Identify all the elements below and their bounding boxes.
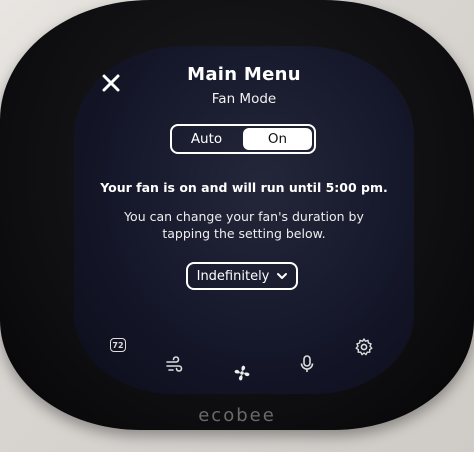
settings-gear-icon	[355, 338, 373, 356]
thermostat-screen: Main Menu Fan Mode Auto On Your fan is o…	[74, 46, 414, 394]
chevron-down-icon	[277, 273, 288, 279]
fan-mode-auto-option[interactable]: Auto	[172, 126, 241, 152]
fan-duration-hint: You can change your fan's duration by ta…	[124, 209, 364, 241]
airflow-button[interactable]	[164, 355, 184, 375]
thermostat-device: Main Menu Fan Mode Auto On Your fan is o…	[0, 0, 474, 430]
fan-mode-toggle: Auto On	[170, 124, 316, 154]
fan-status-message: Your fan is on and will run until 5:00 p…	[100, 180, 388, 195]
menu-subtitle: Fan Mode	[211, 91, 277, 107]
thermometer-badge-icon[interactable]: 72	[110, 338, 126, 352]
menu-title: Main Menu	[187, 64, 301, 85]
airflow-icon	[166, 356, 183, 372]
settings-button[interactable]	[354, 337, 374, 357]
fan-mode-on-option[interactable]: On	[243, 128, 312, 150]
fan-icon	[234, 365, 250, 381]
brand-logo: ecobee	[198, 405, 276, 426]
voice-button[interactable]	[297, 354, 317, 374]
fan-button[interactable]	[232, 363, 252, 383]
fan-duration-value: Indefinitely	[196, 268, 270, 284]
microphone-icon	[300, 355, 314, 372]
fan-duration-select[interactable]: Indefinitely	[186, 262, 298, 290]
